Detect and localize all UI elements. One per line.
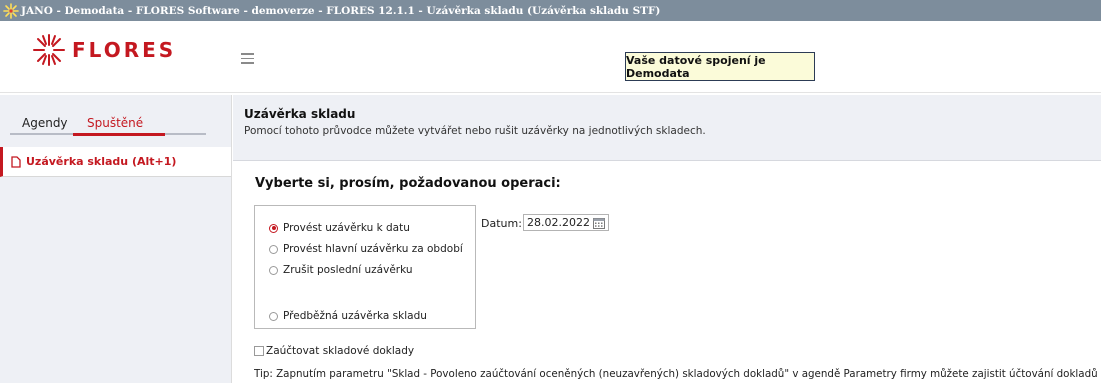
radio-unchecked[interactable] [269,311,278,321]
page-title: Uzávěrka skladu [244,107,356,121]
menu-hamburger-icon[interactable] [241,53,254,64]
sidebar-item-uzaverka-skladu[interactable]: Uzávěrka skladu (Alt+1) [0,147,231,177]
operation-heading: Vyberte si, prosím, požadovanou operaci: [255,176,561,191]
tip-text: Tip: Zapnutím parametru "Sklad - Povolen… [254,368,1101,380]
calendar-icon[interactable] [593,217,605,229]
sidebar-item-label: Uzávěrka skladu (Alt+1) [26,155,177,168]
option-uzaverka-k-datu[interactable]: Provést uzávěrku k datu [269,222,410,234]
option-zrusit-uzaverku[interactable]: Zrušit poslední uzávěrku [269,264,413,276]
date-label: Datum: [481,217,522,230]
flores-app-icon [3,2,19,19]
operation-options-group: Provést uzávěrku k datu Provést hlavní u… [254,205,476,329]
option-label: Provést uzávěrku k datu [283,222,410,234]
option-label: Předběžná uzávěrka skladu [283,310,427,322]
app-header: FLORES Vaše datové spojení je Demodata [0,21,1101,93]
wizard-header: Uzávěrka skladu Pomocí tohoto průvodce m… [233,95,1101,161]
window-titlebar: JANO - Demodata - FLORES Software - demo… [0,0,1101,21]
sidebar: Agendy Spuštěné Uzávěrka skladu (Alt+1) [0,95,232,383]
date-value: 28.02.2022 [527,216,590,229]
option-label: Provést hlavní uzávěrku za období [283,243,463,255]
window-title: JANO - Demodata - FLORES Software - demo… [21,4,661,17]
checkbox-label: Zaúčtovat skladové doklady [266,345,415,357]
page-description: Pomocí tohoto průvodce můžete vytvářet n… [244,125,706,137]
active-tab-indicator [73,133,165,136]
logo-text: FLORES [72,38,177,62]
flores-logo-icon [33,34,65,66]
tab-agendy[interactable]: Agendy [22,116,68,130]
date-field[interactable]: 28.02.2022 [523,214,609,231]
radio-unchecked[interactable] [269,244,278,254]
checkbox-unchecked[interactable] [254,346,264,356]
wizard-body: Vyberte si, prosím, požadovanou operaci:… [233,161,1101,383]
connection-notice: Vaše datové spojení je Demodata [625,52,815,81]
option-label: Zrušit poslední uzávěrku [283,264,413,276]
sidebar-tabs: Agendy Spuštěné [10,95,206,135]
radio-unchecked[interactable] [269,265,278,275]
radio-checked[interactable] [269,223,278,233]
flores-logo: FLORES [32,33,176,67]
option-predbezna-uzaverka[interactable]: Předběžná uzávěrka skladu [269,310,427,322]
post-documents-option[interactable]: Zaúčtovat skladové doklady [254,345,414,357]
document-icon [11,155,21,168]
option-hlavni-uzaverka[interactable]: Provést hlavní uzávěrku za období [269,243,463,255]
